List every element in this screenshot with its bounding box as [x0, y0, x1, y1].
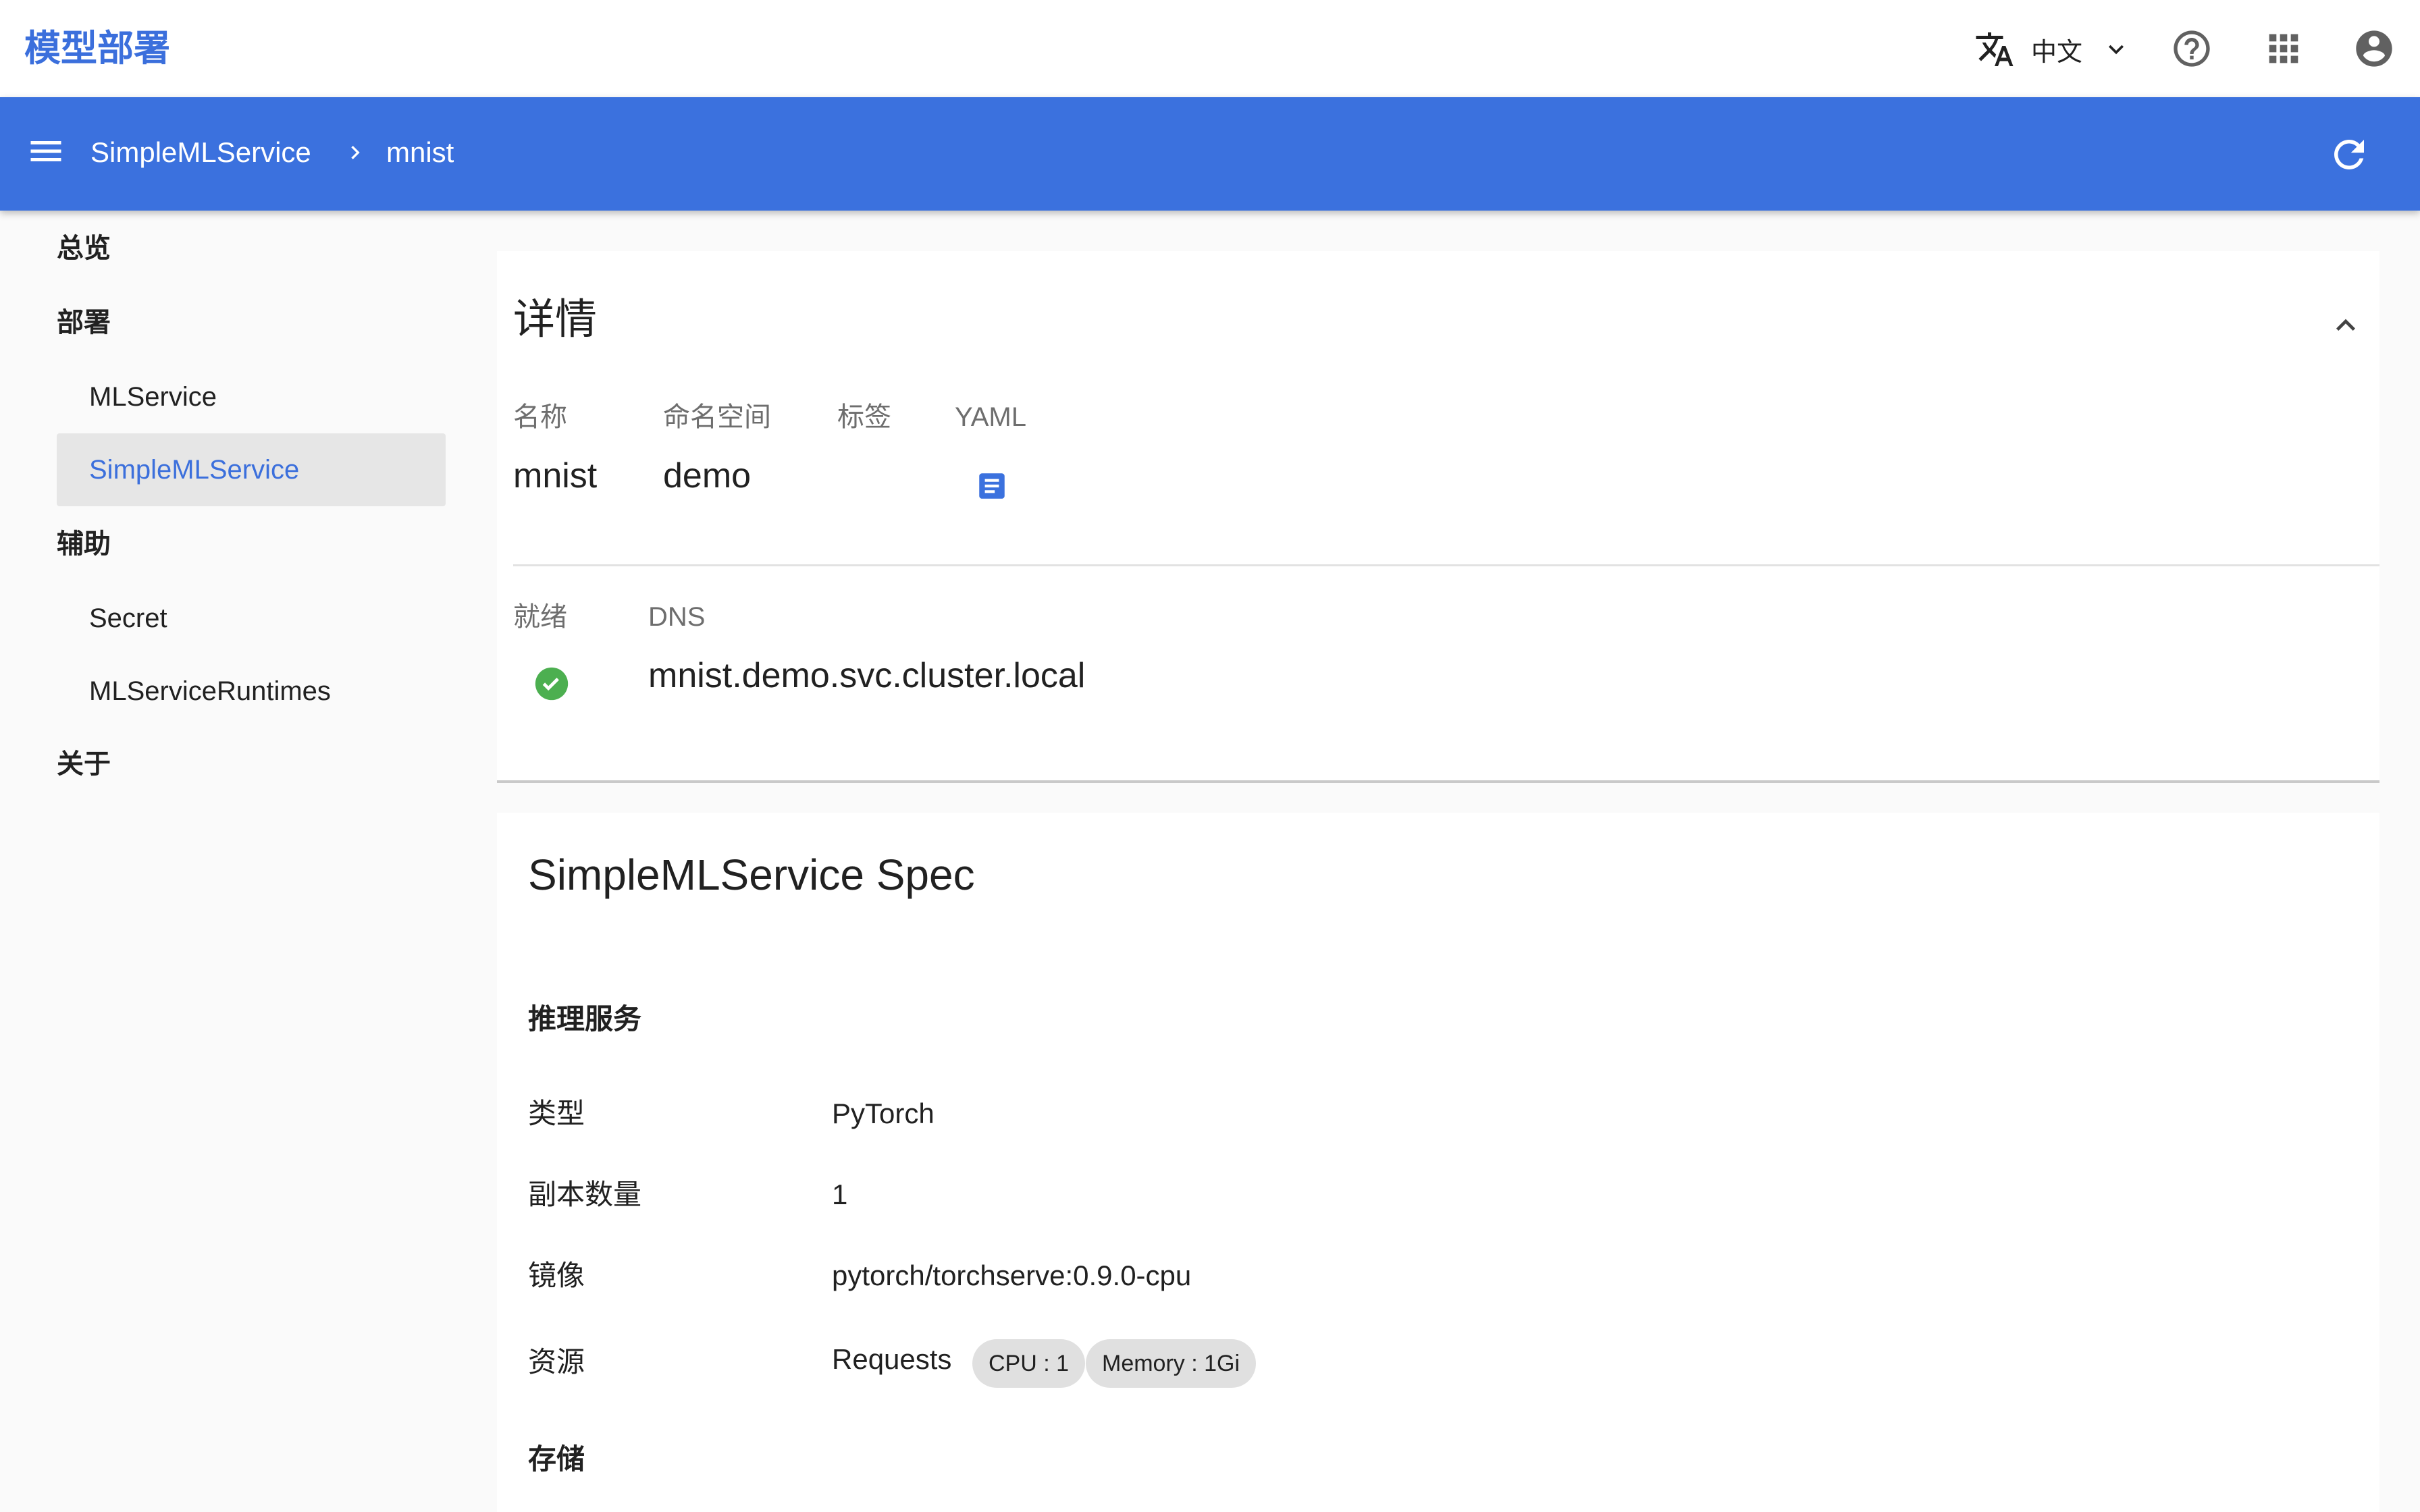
menu-icon[interactable]: [26, 131, 66, 171]
account-circle-icon[interactable]: [2352, 27, 2396, 70]
spec-value-type: PyTorch: [832, 1098, 935, 1129]
translate-icon: [1976, 32, 2014, 66]
sidebar-item-simplemlservice[interactable]: SimpleMLService: [57, 433, 446, 506]
namespace-label: 命名空间: [663, 402, 771, 432]
namespace-value: demo: [663, 456, 752, 495]
ready-label: 就绪: [513, 602, 567, 632]
top-app-bar: 模型部署 中文: [0, 0, 2420, 97]
spec-key-type: 类型: [528, 1098, 585, 1129]
sidebar-item-mlserviceruntimes[interactable]: MLServiceRuntimes: [57, 655, 446, 728]
sidebar-section-deploy[interactable]: 部署: [57, 302, 111, 343]
memory-chip: Memory : 1Gi: [1086, 1339, 1257, 1388]
spec-key-replicas: 副本数量: [528, 1179, 642, 1210]
spec-title: SimpleMLService Spec: [528, 850, 975, 899]
breadcrumb-current: mnist: [386, 136, 454, 168]
name-value: mnist: [513, 456, 598, 495]
help-circle-icon[interactable]: [2170, 27, 2213, 70]
spec-value-image: pytorch/torchserve:0.9.0-cpu: [832, 1260, 1192, 1291]
yaml-label: YAML: [955, 402, 1026, 432]
document-icon[interactable]: [975, 468, 1009, 504]
tags-label: 标签: [837, 402, 891, 432]
spec-card: SimpleMLService Spec 推理服务 类型 PyTorch 副本数…: [497, 813, 2379, 1512]
details-title: 详情: [513, 296, 598, 343]
dns-label: DNS: [648, 602, 706, 632]
apps-grid-icon[interactable]: [2262, 27, 2305, 70]
chevron-up-icon[interactable]: [2327, 306, 2365, 344]
check-circle-icon: [535, 667, 569, 701]
sidebar-item-mlservice[interactable]: MLService: [57, 360, 446, 433]
spec-key-resources: 资源: [528, 1346, 585, 1378]
language-selector[interactable]: 中文: [1974, 26, 2131, 73]
sidebar-section-aux[interactable]: 辅助: [57, 524, 111, 564]
refresh-icon[interactable]: [2327, 132, 2371, 177]
name-label: 名称: [513, 402, 567, 432]
language-label: 中文: [2031, 38, 2083, 67]
dns-value: mnist.demo.svc.cluster.local: [648, 656, 1086, 695]
sidebar-item-about[interactable]: 关于: [57, 744, 111, 784]
chevron-right-icon: [351, 146, 360, 159]
chevron-down-icon: [2109, 45, 2124, 55]
sidebar-item-overview[interactable]: 总览: [57, 228, 111, 269]
spec-value-replicas: 1: [832, 1179, 848, 1210]
details-divider: [513, 564, 2379, 566]
spec-value-resources: Requests: [832, 1343, 952, 1375]
cpu-chip: CPU : 1: [972, 1339, 1086, 1388]
details-card: 详情 名称 命名空间 标签 YAML mnist demo 就绪 DNS mni…: [497, 251, 2379, 783]
storage-section-title: 存储: [528, 1443, 585, 1475]
breadcrumb-root[interactable]: SimpleMLService: [90, 132, 311, 173]
inference-section-title: 推理服务: [528, 1003, 642, 1035]
app-title[interactable]: 模型部署: [24, 24, 170, 73]
sidebar: 总览 部署 MLService SimpleMLService 辅助 Secre…: [0, 211, 459, 1512]
spec-key-image: 镜像: [528, 1260, 585, 1291]
sidebar-item-secret[interactable]: Secret: [57, 582, 446, 655]
breadcrumb-toolbar: SimpleMLService mnist: [0, 97, 2420, 211]
